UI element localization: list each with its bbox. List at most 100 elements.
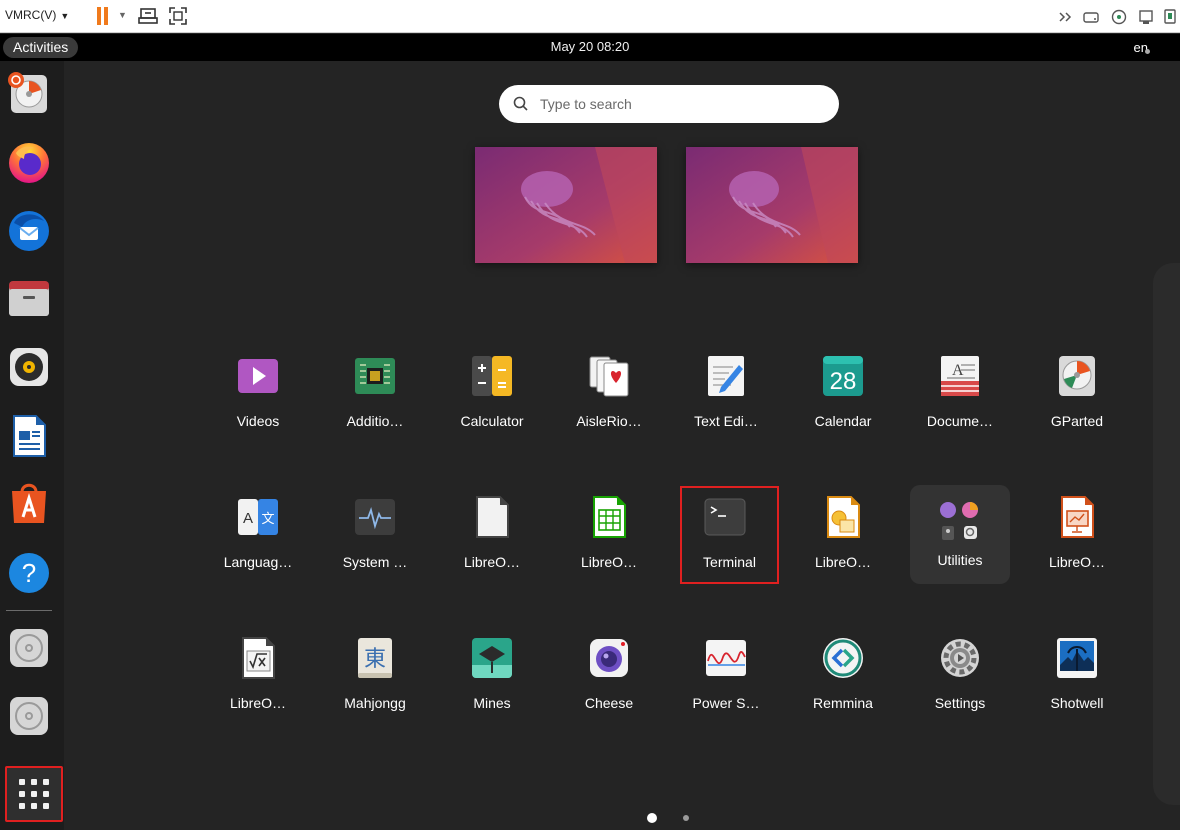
app-additional-drivers[interactable]: Additio… (319, 345, 431, 441)
terminal-icon (704, 498, 746, 536)
dock-item-rhythmbox[interactable] (4, 342, 54, 392)
jellyfish-wallpaper (686, 147, 858, 263)
clock[interactable]: May 20 08:20 (0, 39, 1180, 54)
app-label: LibreO… (580, 554, 638, 570)
page-indicator-1[interactable] (647, 813, 657, 823)
app-label: Additio… (346, 413, 404, 429)
app-calculator[interactable]: Calculator (436, 345, 548, 441)
app-libreoffice-math[interactable]: LibreO… (202, 627, 314, 723)
additional-drivers-icon (355, 358, 395, 394)
calendar-day: 28 (830, 368, 857, 395)
next-page-hint[interactable] (1153, 263, 1180, 805)
svg-text:?: ? (22, 558, 36, 588)
dock-separator (6, 610, 52, 611)
remmina-icon (823, 638, 863, 678)
dock-item-thunderbird[interactable] (4, 205, 54, 255)
network-icon[interactable] (1138, 9, 1154, 25)
app-label: Mines (473, 695, 511, 711)
app-videos[interactable]: Videos (202, 345, 314, 441)
app-grid-icon (19, 779, 49, 809)
files-icon (9, 281, 49, 316)
app-document-viewer[interactable]: A Docume… (904, 345, 1016, 441)
vmrc-toolbar: VMRC(V) ▼ ▼ (0, 0, 1180, 33)
double-chevron-icon[interactable] (1058, 9, 1074, 25)
app-libreoffice-calc[interactable]: LibreO… (553, 486, 665, 582)
vmrc-menu[interactable]: VMRC(V) ▼ (5, 8, 69, 22)
calendar-icon: 28 (823, 356, 863, 396)
libreoffice-impress-icon (1061, 496, 1094, 538)
dock-item-disc-1[interactable] (4, 623, 54, 673)
send-keys-icon[interactable] (138, 6, 158, 26)
app-libreoffice-impress[interactable]: LibreO… (1021, 486, 1133, 582)
dock-item-firefox[interactable] (4, 137, 54, 187)
app-label: Utilities (937, 552, 983, 568)
dock-item-help[interactable]: ? (4, 548, 54, 598)
calculator-icon (472, 356, 512, 396)
disc-icon (10, 697, 48, 735)
app-aisleriot[interactable]: AisleRio… (553, 345, 665, 441)
app-terminal[interactable]: Terminal (680, 486, 779, 584)
app-label: Videos (236, 413, 280, 429)
chevron-down-icon: ▼ (60, 11, 70, 21)
app-libreoffice-draw[interactable]: LibreO… (787, 486, 899, 582)
usb-device-icon[interactable] (1162, 9, 1178, 25)
show-applications-button[interactable] (5, 766, 63, 822)
dock-item-disc-2[interactable] (4, 691, 54, 741)
app-language-support[interactable]: A文 Languag… (202, 486, 314, 582)
cheese-icon (590, 639, 628, 677)
fullscreen-icon[interactable] (168, 6, 188, 26)
mahjongg-icon: 東 (358, 638, 392, 678)
app-remmina[interactable]: Remmina (787, 627, 899, 723)
app-utilities-folder[interactable]: Utilities (910, 485, 1010, 584)
app-label: Docume… (926, 413, 994, 429)
libreoffice-icon (476, 496, 509, 538)
app-label: LibreO… (463, 554, 521, 570)
app-label: System … (342, 554, 408, 570)
jellyfish-wallpaper (475, 147, 657, 263)
gparted-icon (8, 72, 47, 113)
app-power-statistics[interactable]: Power S… (670, 627, 782, 723)
app-label: Remmina (813, 695, 873, 711)
app-mahjongg[interactable]: 東 Mahjongg (319, 627, 431, 723)
app-label: Calendar (814, 413, 872, 429)
app-text-editor[interactable]: Text Edi… (670, 345, 782, 441)
settings-icon (941, 639, 979, 677)
app-label: LibreO… (814, 554, 872, 570)
app-settings[interactable]: Settings (904, 627, 1016, 723)
videos-icon (238, 359, 278, 393)
page-indicator-2[interactable] (683, 815, 689, 821)
workspace-thumbnail-2[interactable] (686, 147, 858, 263)
thunderbird-icon (9, 211, 49, 251)
libreoffice-writer-icon (13, 415, 46, 457)
app-label: Terminal (703, 554, 756, 570)
rhythmbox-icon (10, 348, 48, 386)
dock-item-libreoffice-writer[interactable] (4, 411, 54, 461)
app-system-monitor[interactable]: System … (319, 486, 431, 582)
cards-icon (589, 356, 629, 397)
dock-item-gparted[interactable] (4, 68, 54, 118)
app-label: Power S… (692, 695, 760, 711)
app-libreoffice[interactable]: LibreO… (436, 486, 548, 582)
dock-item-app-center[interactable] (4, 479, 54, 529)
chevron-down-icon[interactable]: ▼ (118, 10, 127, 20)
app-calendar[interactable]: 28 Calendar (787, 345, 899, 441)
app-gparted[interactable]: GParted (1021, 345, 1133, 441)
workspace-thumbnail-1[interactable] (475, 147, 657, 263)
hard-disk-icon[interactable] (1083, 9, 1099, 25)
cd-drive-icon[interactable] (1111, 9, 1127, 25)
app-label: Languag… (223, 554, 293, 570)
dock-item-files[interactable] (4, 273, 54, 323)
search-box[interactable] (499, 85, 839, 123)
power-statistics-icon (706, 640, 746, 676)
app-shotwell[interactable]: Shotwell (1021, 627, 1133, 723)
search-input[interactable] (540, 93, 820, 115)
app-label: Mahjongg (344, 695, 406, 711)
svg-text:A: A (243, 510, 253, 527)
app-label: Calculator (460, 413, 524, 429)
app-cheese[interactable]: Cheese (553, 627, 665, 723)
help-icon: ? (9, 553, 49, 593)
pause-icon[interactable] (96, 7, 110, 25)
mines-icon (472, 638, 512, 678)
app-mines[interactable]: Mines (436, 627, 548, 723)
app-label: Settings (934, 695, 986, 711)
